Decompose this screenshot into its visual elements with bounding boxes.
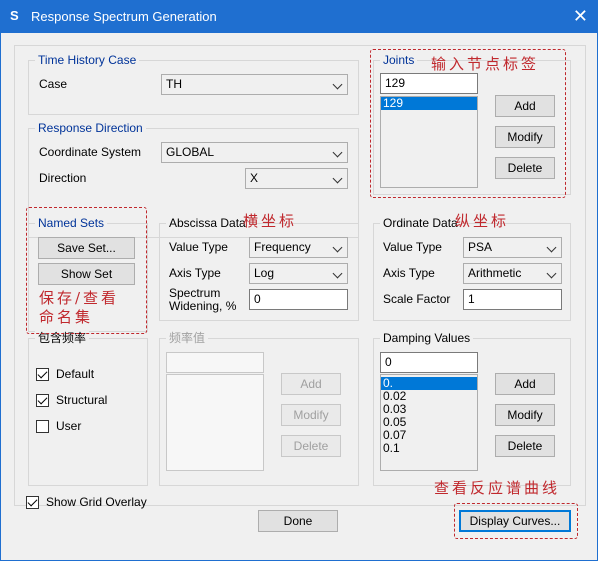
include-frequencies-title: 包含频率: [35, 331, 90, 345]
damping-input[interactable]: 0: [380, 352, 478, 373]
title-bar: S Response Spectrum Generation ✕: [0, 0, 598, 33]
ordinate-value-type-value: PSA: [468, 240, 493, 254]
direction-label: Direction: [39, 171, 87, 185]
named-sets-title: Named Sets: [35, 216, 108, 230]
show-grid-overlay-checkbox[interactable]: [26, 496, 39, 509]
ordinate-value-type-label: Value Type: [383, 240, 442, 254]
ordinate-axis-type-value: Arithmetic: [468, 266, 522, 280]
frequency-value-list[interactable]: [166, 374, 264, 471]
frequency-value-input[interactable]: [166, 352, 264, 373]
named-sets-annotation-line1: 保存/查看: [39, 289, 120, 307]
joint-list[interactable]: 129: [380, 96, 478, 188]
joint-add-button[interactable]: Add: [495, 95, 555, 117]
chevron-down-icon: [332, 79, 343, 90]
named-sets-annotation-line2: 命名集: [39, 308, 94, 326]
frequency-modify-button[interactable]: Modify: [281, 404, 341, 426]
case-label: Case: [39, 77, 68, 91]
ordinate-data-title: Ordinate Data: [380, 216, 461, 230]
display-curves-annotation: 查看反应谱曲线: [434, 479, 561, 497]
damping-list[interactable]: 0. 0.02 0.03 0.05 0.07 0.1: [380, 374, 478, 471]
joint-modify-button[interactable]: Modify: [495, 126, 555, 148]
damping-values-title: Damping Values: [380, 331, 474, 345]
spectrum-widening-label-line2: Widening, %: [169, 299, 237, 313]
app-icon: S: [10, 8, 19, 23]
dialog-body: Time History Case Case TH Response Direc…: [0, 33, 598, 561]
direction-value: X: [250, 171, 259, 185]
chevron-down-icon: [332, 268, 343, 279]
chevron-down-icon: [546, 242, 557, 253]
default-checkbox-label: Default: [56, 367, 95, 381]
user-checkbox-label: User: [56, 419, 82, 433]
abscissa-axis-type-select[interactable]: Log: [249, 263, 348, 284]
frequency-delete-button[interactable]: Delete: [281, 435, 341, 457]
abscissa-value-type-select[interactable]: Frequency: [249, 237, 348, 258]
coordinate-system-value: GLOBAL: [166, 145, 215, 159]
joints-title: Joints: [380, 53, 418, 67]
response-direction-title: Response Direction: [35, 121, 146, 135]
chevron-down-icon: [332, 173, 343, 184]
spectrum-widening-input[interactable]: 0: [249, 289, 348, 310]
case-value: TH: [166, 77, 182, 91]
display-curves-button[interactable]: Display Curves...: [459, 510, 571, 532]
abscissa-annotation: 横坐标: [243, 212, 298, 230]
done-button[interactable]: Done: [258, 510, 338, 532]
ordinate-value-type-select[interactable]: PSA: [463, 237, 562, 258]
user-checkbox[interactable]: [36, 420, 49, 433]
list-item[interactable]: 129: [381, 97, 477, 110]
chevron-down-icon: [332, 242, 343, 253]
frequency-add-button[interactable]: Add: [281, 373, 341, 395]
include-frequencies-group: 包含频率: [28, 331, 148, 486]
time-history-case-title: Time History Case: [35, 53, 140, 67]
window-title: Response Spectrum Generation: [31, 9, 217, 24]
joint-delete-button[interactable]: Delete: [495, 157, 555, 179]
joint-input[interactable]: 129: [380, 73, 478, 94]
coordinate-system-label: Coordinate System: [39, 145, 142, 159]
damping-modify-button[interactable]: Modify: [495, 404, 555, 426]
joints-annotation: 输入节点标签: [431, 55, 540, 73]
abscissa-data-title: Abscissa Data: [166, 216, 249, 230]
chevron-down-icon: [546, 268, 557, 279]
list-item[interactable]: 0.1: [381, 442, 477, 455]
ordinate-axis-type-label: Axis Type: [383, 266, 435, 280]
show-set-button[interactable]: Show Set: [38, 263, 135, 285]
structural-checkbox-label: Structural: [56, 393, 108, 407]
abscissa-value-type-value: Frequency: [254, 240, 311, 254]
close-icon[interactable]: ✕: [573, 5, 588, 27]
abscissa-axis-type-label: Axis Type: [169, 266, 221, 280]
show-grid-overlay-label: Show Grid Overlay: [46, 495, 147, 509]
structural-checkbox[interactable]: [36, 394, 49, 407]
save-set-button[interactable]: Save Set...: [38, 237, 135, 259]
frequency-values-title: 频率值: [166, 331, 209, 345]
default-checkbox[interactable]: [36, 368, 49, 381]
abscissa-axis-type-value: Log: [254, 266, 275, 280]
abscissa-value-type-label: Value Type: [169, 240, 228, 254]
coordinate-system-select[interactable]: GLOBAL: [161, 142, 348, 163]
direction-select[interactable]: X: [245, 168, 348, 189]
damping-add-button[interactable]: Add: [495, 373, 555, 395]
chevron-down-icon: [332, 147, 343, 158]
case-select[interactable]: TH: [161, 74, 348, 95]
scale-factor-label: Scale Factor: [383, 292, 451, 306]
damping-delete-button[interactable]: Delete: [495, 435, 555, 457]
ordinate-annotation: 纵坐标: [455, 212, 510, 230]
ordinate-axis-type-select[interactable]: Arithmetic: [463, 263, 562, 284]
scale-factor-input[interactable]: 1: [463, 289, 562, 310]
